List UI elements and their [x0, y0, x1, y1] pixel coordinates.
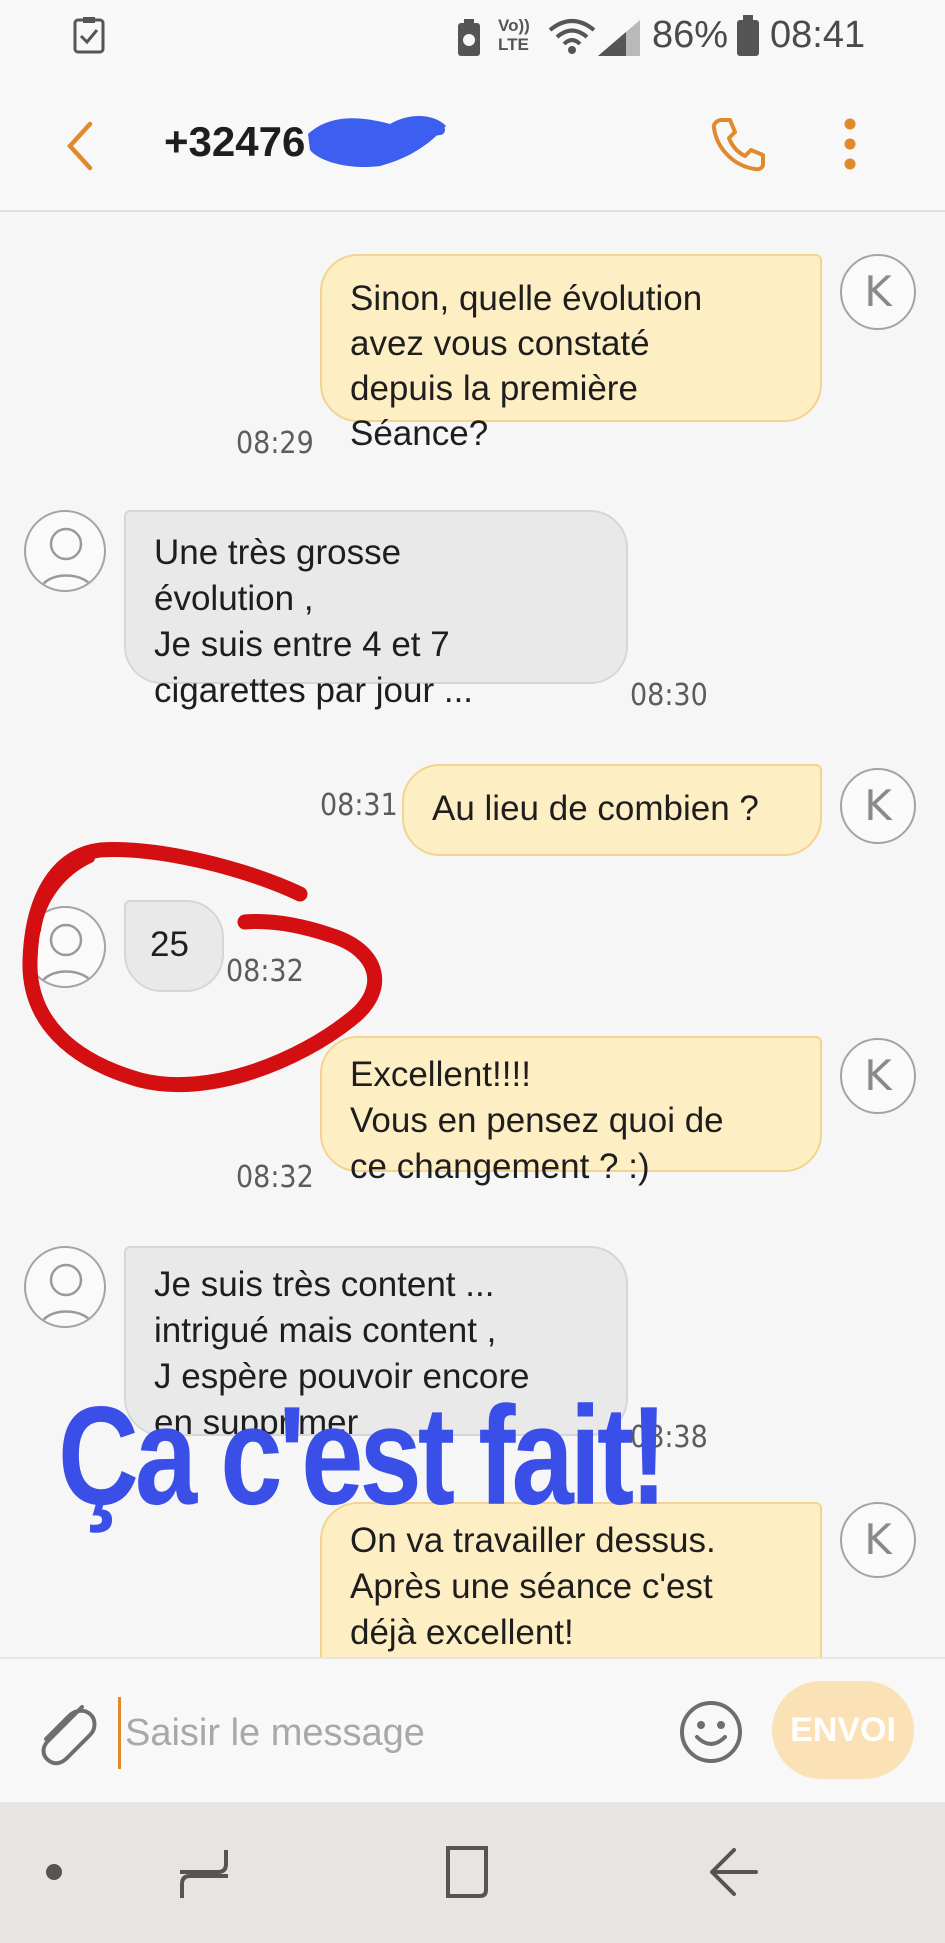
contact-name: +32476	[164, 118, 306, 165]
message-time: 08:31	[320, 788, 398, 823]
nav-back-icon[interactable]	[706, 1844, 762, 1900]
contact-avatar[interactable]	[24, 906, 106, 988]
home-square-icon[interactable]	[440, 1844, 492, 1900]
clock: 08:41	[770, 14, 866, 56]
person-icon	[39, 923, 95, 986]
chevron-left-icon[interactable]	[60, 118, 100, 174]
message-bubble-incoming[interactable]: Une très grosse évolution , Je suis entr…	[124, 510, 628, 710]
avatar-k[interactable]: K	[840, 1038, 916, 1114]
send-button[interactable]: ENVOI	[772, 1681, 914, 1779]
redaction-scribble	[308, 115, 446, 168]
volte-indicator: Vo)) LTE	[498, 16, 530, 54]
message-time: 08:32	[236, 1160, 314, 1195]
checklist-icon	[73, 17, 105, 54]
composer-bar: ENVOI	[0, 1657, 945, 1804]
battery-saver-icon	[458, 19, 480, 56]
more-vertical-icon[interactable]	[840, 114, 860, 174]
avatar-k[interactable]: K	[840, 1502, 916, 1578]
avatar-k[interactable]: K	[840, 768, 916, 844]
smiley-icon[interactable]	[678, 1699, 744, 1765]
navigation-bar	[0, 1802, 945, 1943]
avatar-k[interactable]: K	[840, 254, 916, 330]
message-bubble-outgoing[interactable]: Sinon, quelle évolution avez vous consta…	[320, 254, 822, 453]
recents-icon[interactable]	[178, 1846, 230, 1902]
battery-percent: 86%	[652, 14, 729, 56]
phone-icon[interactable]	[708, 114, 768, 174]
message-time: 08:32	[226, 954, 304, 989]
battery-icon	[737, 15, 759, 56]
message-bubble-outgoing[interactable]: Au lieu de combien ?	[402, 764, 822, 856]
app-bar: +32476	[0, 74, 945, 212]
message-bubble-incoming[interactable]: 25	[124, 900, 224, 992]
wifi-signal-icon	[548, 19, 640, 56]
person-icon	[39, 1263, 95, 1326]
overlay-caption: Ça c'est fait!	[58, 1377, 667, 1534]
message-input[interactable]	[118, 1697, 667, 1769]
message-bubble-outgoing[interactable]: Excellent!!!! Vous en pensez quoi de ce …	[320, 1036, 822, 1186]
message-time: 08:29	[236, 426, 314, 461]
contact-avatar[interactable]	[24, 510, 106, 592]
message-time: 08:30	[630, 678, 708, 713]
contact-avatar[interactable]	[24, 1246, 106, 1328]
dot-icon[interactable]	[44, 1862, 64, 1882]
paperclip-icon[interactable]	[34, 1697, 98, 1767]
status-bar: Vo)) LTE 86% 08:41	[0, 0, 945, 74]
person-icon	[39, 527, 95, 590]
